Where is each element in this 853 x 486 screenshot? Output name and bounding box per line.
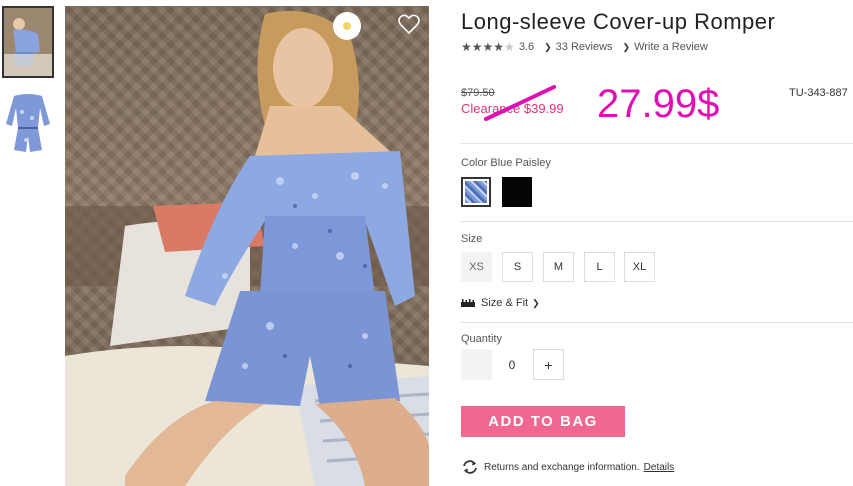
rating-row: ★★★★★ 3.6 ❯ 33 Reviews ❯ Write a Review: [461, 40, 708, 54]
divider: [461, 143, 853, 144]
swatch-blue-paisley[interactable]: [461, 177, 491, 207]
thumbnail-2[interactable]: [2, 88, 54, 160]
empty-star-icon: ★: [504, 40, 515, 54]
product-sku: TU-343-887: [789, 87, 848, 99]
quantity-label: Quantity: [461, 333, 502, 345]
ruler-icon: [461, 299, 475, 307]
divider: [461, 221, 853, 222]
refresh-icon: [463, 460, 477, 474]
model-photo-illustration: [65, 10, 429, 486]
quantity-decrease-button[interactable]: [461, 349, 492, 380]
size-option-xs[interactable]: XS: [461, 252, 492, 282]
garment-thumbnail-image: [6, 94, 50, 152]
returns-info: Returns and exchange information. Detail…: [461, 459, 674, 475]
write-review-link[interactable]: Write a Review: [634, 41, 708, 53]
product-main-image: [65, 6, 429, 486]
chevron-right-icon: ❯: [544, 41, 552, 52]
product-title: Long-sleeve Cover-up Romper: [461, 9, 776, 34]
quantity-increase-button[interactable]: +: [533, 349, 564, 380]
returns-details-link[interactable]: Details: [644, 462, 675, 473]
add-to-bag-button[interactable]: ADD TO BAG: [461, 406, 625, 437]
size-option-s[interactable]: S: [502, 252, 533, 282]
rating-stars: ★★★★★: [461, 40, 515, 54]
quantity-value[interactable]: 0: [500, 349, 524, 380]
color-selected-name: Blue Paisley: [490, 157, 551, 169]
reviews-link[interactable]: 33 Reviews: [556, 41, 613, 53]
size-option-l[interactable]: L: [584, 252, 615, 282]
size-fit-label: Size & Fit: [481, 297, 529, 309]
rating-value: 3.6: [518, 41, 535, 53]
color-label: Color: [461, 157, 488, 169]
chevron-right-icon: ❯: [622, 41, 631, 52]
size-option-m[interactable]: M: [543, 252, 574, 282]
half-star-icon: ★: [493, 40, 505, 54]
size-fit-link[interactable]: Size & Fit ❯: [461, 297, 544, 309]
returns-text: Returns and exchange information.: [484, 461, 640, 473]
divider: [461, 322, 853, 323]
size-option-xl[interactable]: XL: [624, 252, 655, 282]
handwritten-strike-mark: [484, 85, 556, 121]
chevron-right-icon: ❯: [532, 297, 540, 308]
heart-icon[interactable]: [397, 12, 421, 36]
color-label-row: Color Blue Paisley: [461, 157, 551, 169]
model-thumbnail-image: [4, 8, 52, 76]
size-label: Size: [461, 233, 483, 245]
handwritten-price-annotation: 27.99$: [597, 82, 720, 126]
thumbnail-1[interactable]: [2, 6, 54, 78]
swatch-black[interactable]: [502, 177, 532, 207]
